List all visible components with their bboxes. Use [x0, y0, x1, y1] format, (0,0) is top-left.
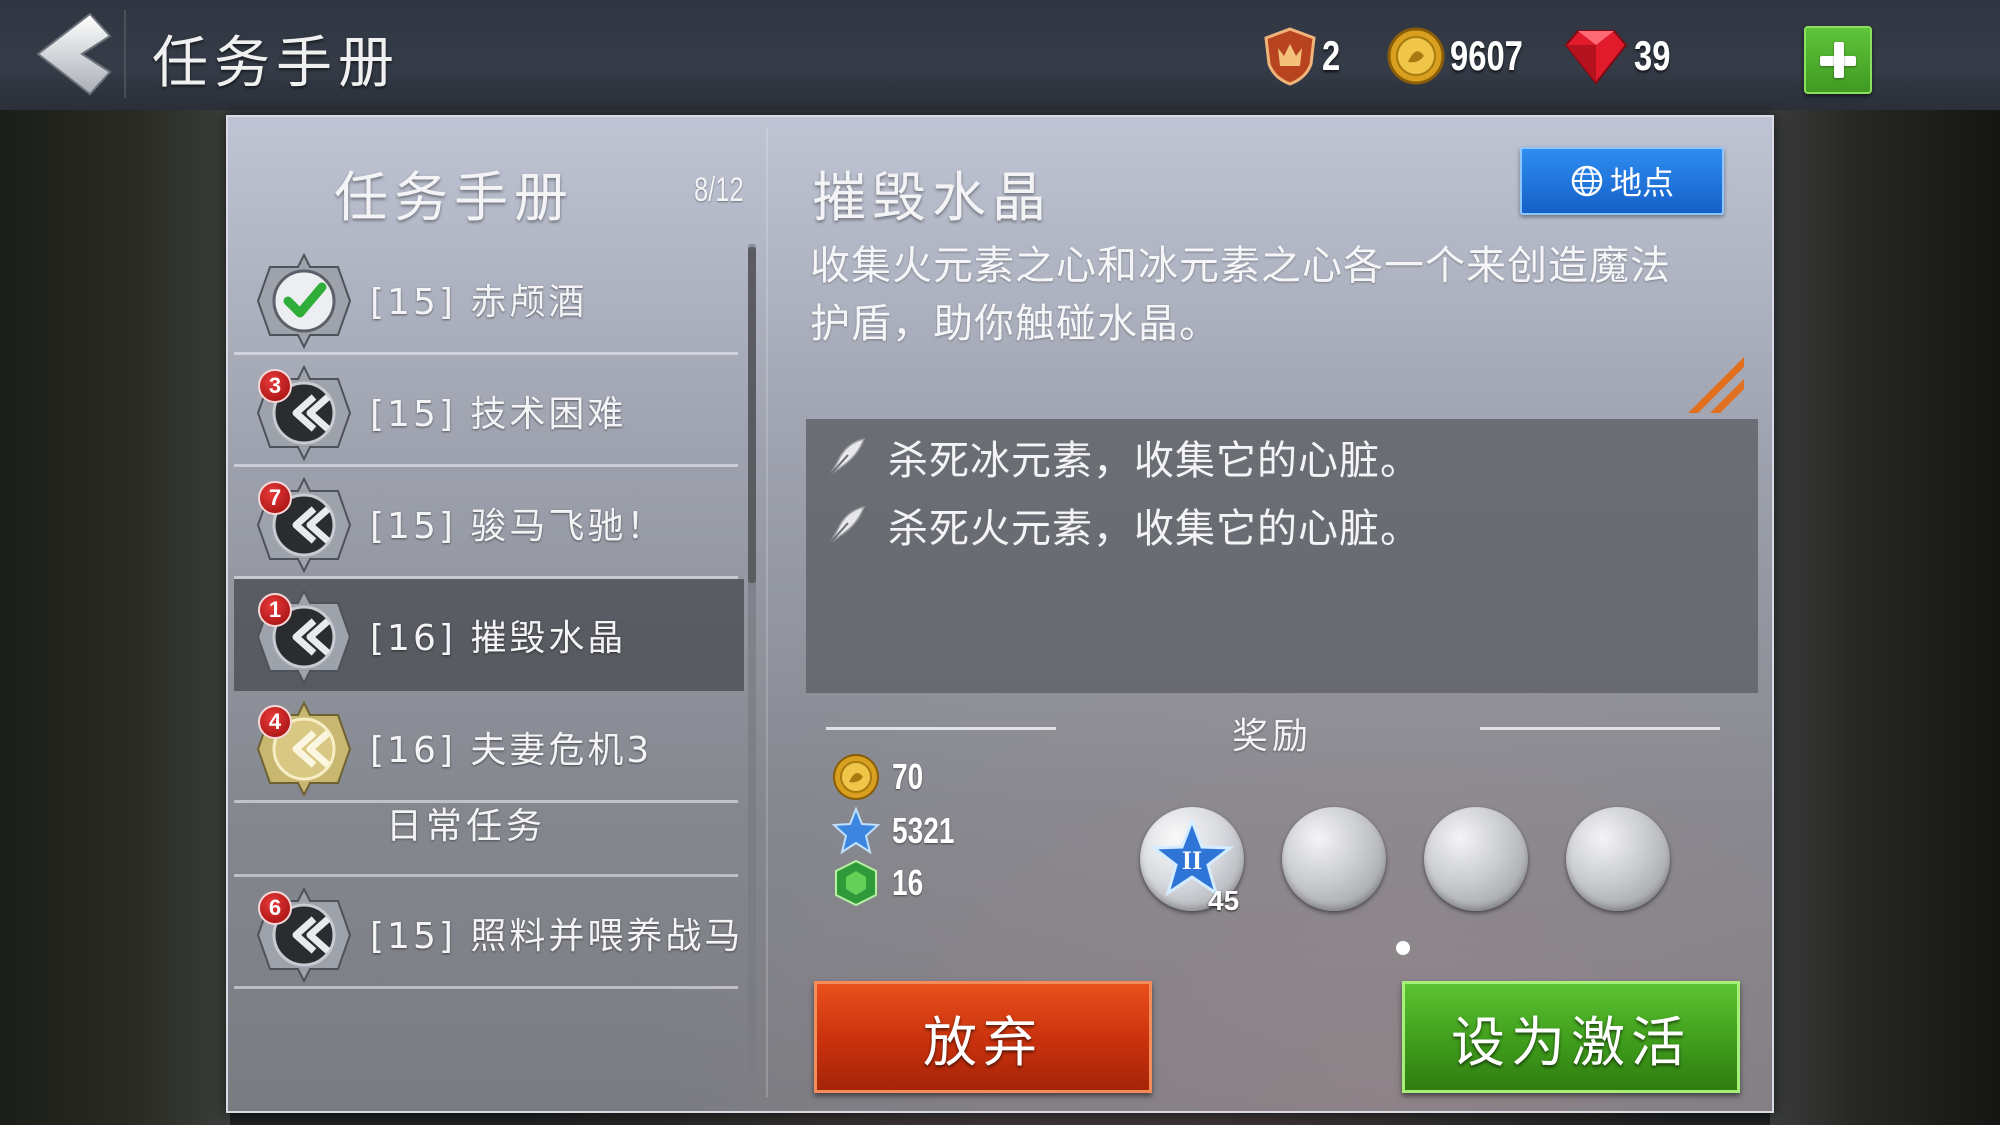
- quest-badge: 1: [258, 593, 292, 627]
- reward-gold-value: 70: [892, 756, 924, 797]
- page-title: 任务手册: [152, 31, 400, 96]
- abandon-button[interactable]: 放弃: [814, 981, 1152, 1093]
- background-scene-left: [0, 110, 230, 1125]
- quest-badge: 4: [258, 705, 292, 739]
- panel-divider: [766, 127, 768, 1097]
- quest-description: 收集火元素之心和冰元素之心各一个来创造魔法护盾，助你触碰水晶。: [810, 243, 1671, 347]
- quest-badge: 7: [258, 481, 292, 515]
- quest-list-item[interactable]: [15] 赤颅酒: [234, 243, 738, 355]
- quill-icon: [829, 437, 866, 476]
- rewards-title: 奖励: [1232, 716, 1313, 757]
- quest-list-item[interactable]: 3 [15] 技术困难: [234, 355, 738, 467]
- location-label: 地点: [1609, 164, 1674, 202]
- quest-complete-icon: [256, 253, 352, 349]
- back-button[interactable]: [30, 8, 130, 100]
- quest-label: [15] 赤颅酒: [370, 282, 588, 323]
- trophy-currency: 2: [1262, 24, 1345, 88]
- reward-gold: 70: [832, 753, 932, 801]
- quest-label: [16] 摧毁水晶: [370, 618, 627, 659]
- objective-text: 杀死冰元素，收集它的心脏。: [888, 438, 1421, 484]
- daily-quests-header: 日常任务: [234, 765, 738, 877]
- gem-currency: 39: [1562, 24, 1681, 88]
- top-bar: 任务手册 2 9607 39: [0, 0, 2000, 110]
- shield-crest-icon: [1264, 27, 1316, 86]
- reward-divider-right: [1480, 727, 1720, 730]
- quest-journal-panel: 任务手册 8/12 [15] 赤颅酒 3 [15] 技术困难 7 [15] 骏马…: [226, 115, 1774, 1113]
- top-divider: [124, 10, 126, 98]
- quest-list-item[interactable]: 6 [15] 照料并喂养战马: [234, 877, 740, 989]
- objective-text: 杀死火元素，收集它的心脏。: [888, 506, 1421, 552]
- gold-count: 9607: [1450, 32, 1523, 79]
- svg-text:II: II: [1182, 846, 1202, 875]
- objectives-box: 杀死冰元素，收集它的心脏。 杀死火元素，收集它的心脏。: [806, 419, 1758, 693]
- quest-list-item[interactable]: 7 [15] 骏马飞驰！: [234, 467, 738, 579]
- reward-xp-value: 5321: [892, 810, 955, 851]
- reward-item-slot[interactable]: II 45: [1140, 807, 1244, 916]
- gold-currency: 9607: [1386, 24, 1543, 88]
- quest-label: [15] 骏马飞驰！: [370, 506, 666, 547]
- objective-item: 杀死火元素，收集它的心脏。: [824, 495, 1421, 555]
- gold-coin-icon: [1387, 27, 1445, 85]
- blue-star-icon: [832, 807, 880, 855]
- objective-item: 杀死冰元素，收集它的心脏。: [824, 427, 1421, 487]
- reward-xp: 5321: [832, 807, 972, 855]
- background-scene-right: [1770, 110, 2000, 1125]
- green-emblem-icon: [835, 859, 877, 907]
- reward-item-level: 45: [1208, 885, 1240, 916]
- quest-list-title: 任务手册: [334, 166, 574, 229]
- corner-stripe-icon: [1688, 357, 1744, 413]
- reward-honor-value: 16: [892, 862, 924, 903]
- quill-icon: [829, 505, 866, 544]
- quest-list-item-selected[interactable]: 1 [16] 摧毁水晶: [234, 579, 744, 691]
- reward-honor: 16: [832, 859, 932, 907]
- gem-count: 39: [1634, 32, 1671, 79]
- quest-detail-title: 摧毁水晶: [812, 166, 1052, 229]
- location-button[interactable]: 地点: [1520, 147, 1724, 215]
- quest-count: 8/12: [694, 171, 744, 209]
- reward-page-indicator: [1396, 941, 1410, 955]
- globe-icon: [1571, 165, 1603, 197]
- reward-empty-slot: [1282, 807, 1386, 911]
- reward-empty-slot: [1424, 807, 1528, 911]
- quest-badge: 6: [258, 891, 292, 925]
- ruby-gem-icon: [1564, 30, 1628, 85]
- add-currency-button[interactable]: [1804, 26, 1872, 94]
- trophy-count: 2: [1322, 32, 1341, 79]
- quest-list-scroll-thumb[interactable]: [748, 247, 756, 583]
- gold-coin-icon: [833, 754, 879, 800]
- reward-divider-left: [826, 727, 1056, 730]
- quest-label: [15] 照料并喂养战马: [370, 916, 744, 957]
- quest-label: [15] 技术困难: [370, 394, 627, 435]
- back-arrow-icon: [36, 12, 112, 96]
- set-active-button[interactable]: 设为激活: [1402, 981, 1740, 1093]
- quest-badge: 3: [258, 369, 292, 403]
- reward-empty-slot: [1566, 807, 1670, 911]
- daily-quests-label: 日常任务: [386, 806, 547, 847]
